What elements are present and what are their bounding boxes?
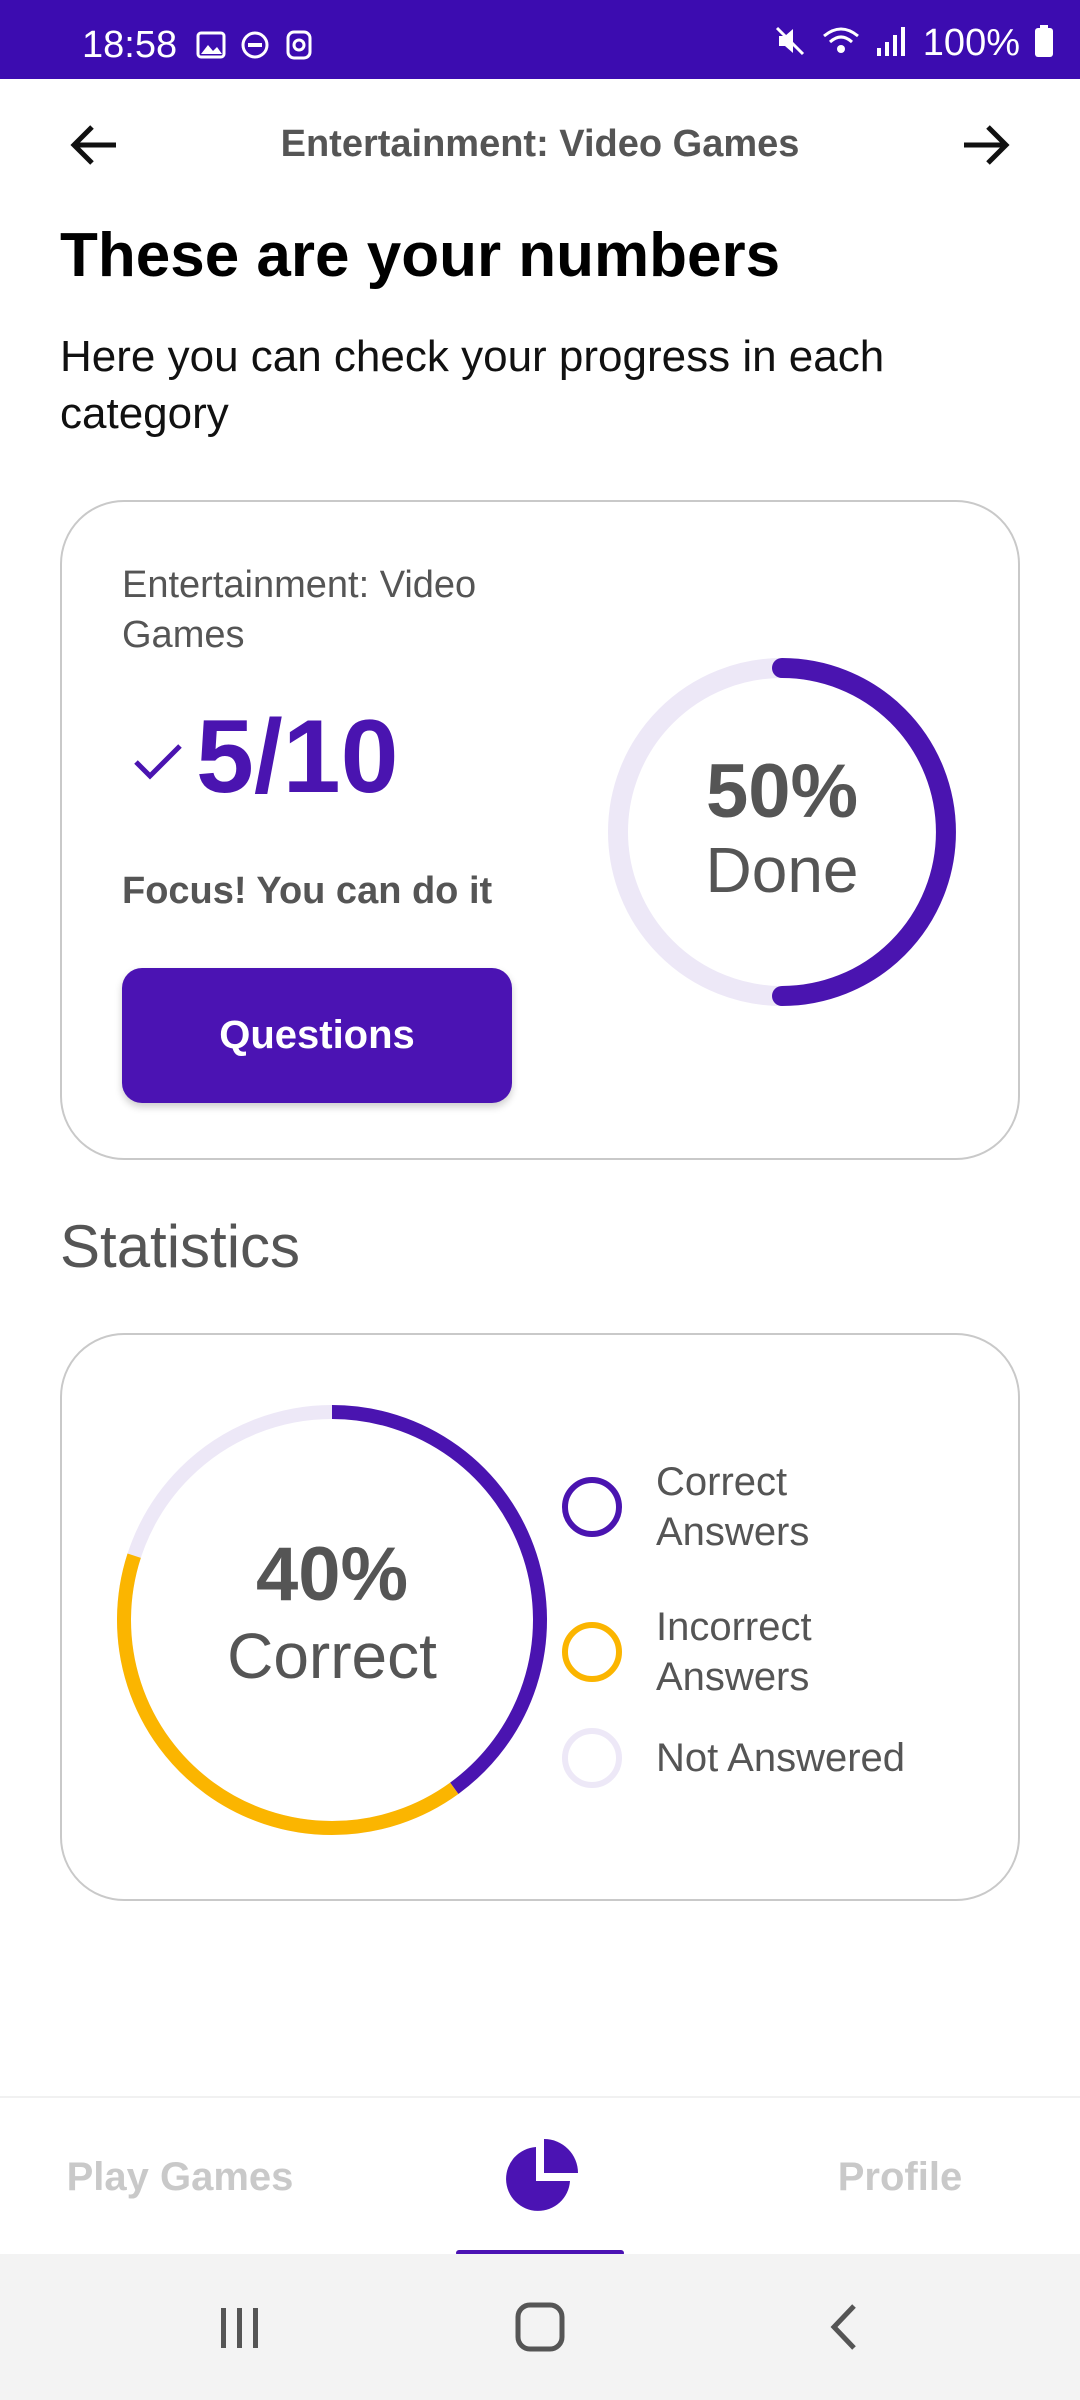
bottom-navigation: Play Games Profile [0, 2096, 1080, 2256]
top-app-bar: Entertainment: Video Games [0, 79, 1080, 214]
home-button[interactable] [500, 2294, 580, 2360]
legend-dot-not-answered [562, 1728, 622, 1788]
status-time: 18:58 [82, 24, 178, 66]
mute-icon [773, 24, 807, 63]
wifi-icon [821, 24, 861, 63]
chevron-left-icon [830, 2304, 856, 2350]
system-navigation-bar [0, 2254, 1080, 2400]
category-title: Entertainment: Video Games [280, 123, 800, 165]
forward-button[interactable] [954, 113, 1018, 177]
legend-item-not-answered: Not Answered [562, 1728, 905, 1788]
do-not-disturb-icon [240, 30, 270, 65]
score-value: 5/10 [196, 699, 399, 815]
pie-chart-icon [506, 2139, 578, 2211]
statistics-card: 40% Correct Correct Answers Incorrect An… [60, 1333, 1020, 1901]
arrow-right-icon [964, 125, 1010, 165]
legend-item-incorrect: Incorrect Answers [562, 1602, 916, 1702]
correct-percent: 40% [255, 1532, 409, 1617]
legend-dot-incorrect [562, 1622, 622, 1682]
legend-label-not-answered: Not Answered [656, 1736, 906, 1780]
battery-icon [1034, 24, 1054, 63]
legend-item-correct: Correct Answers [562, 1457, 916, 1557]
statistics-donut-label: 40% Correct [112, 1535, 552, 1697]
nav-profile[interactable]: Profile [720, 2098, 1080, 2256]
questions-button[interactable]: Questions [122, 968, 512, 1103]
nav-play-games[interactable]: Play Games [0, 2098, 360, 2256]
progress-word: Done [705, 834, 859, 906]
sync-icon [284, 30, 314, 65]
legend-label-correct: Correct Answers [656, 1460, 810, 1554]
legend-dot-correct [562, 1477, 622, 1537]
image-icon [196, 30, 226, 65]
battery-percent: 100% [922, 22, 1020, 64]
progress-card: Entertainment: Video Games 5/10 Focus! Y… [60, 500, 1020, 1160]
correct-word: Correct [227, 1620, 437, 1692]
page-subtitle: Here you can check your progress in each… [60, 332, 885, 438]
check-icon [134, 744, 182, 780]
legend-label-incorrect: Incorrect Answers [656, 1605, 812, 1699]
home-icon [515, 2302, 565, 2352]
progress-percent: 50% [705, 749, 859, 834]
page-headline: These are your numbers [60, 221, 781, 290]
nav-statistics[interactable] [360, 2098, 720, 2256]
status-bar: 18:58 100% [0, 0, 1080, 79]
signal-icon [875, 24, 909, 63]
motivation-text: Focus! You can do it [122, 870, 493, 912]
score-row: 5/10 [128, 702, 398, 812]
system-back-button[interactable] [805, 2294, 885, 2360]
progress-donut-label: 50% Done [602, 752, 962, 908]
recents-icon [221, 2308, 258, 2348]
statistics-title: Statistics [60, 1213, 301, 1280]
recents-button[interactable] [200, 2294, 280, 2360]
card-category-name: Entertainment: Video Games [122, 564, 477, 656]
